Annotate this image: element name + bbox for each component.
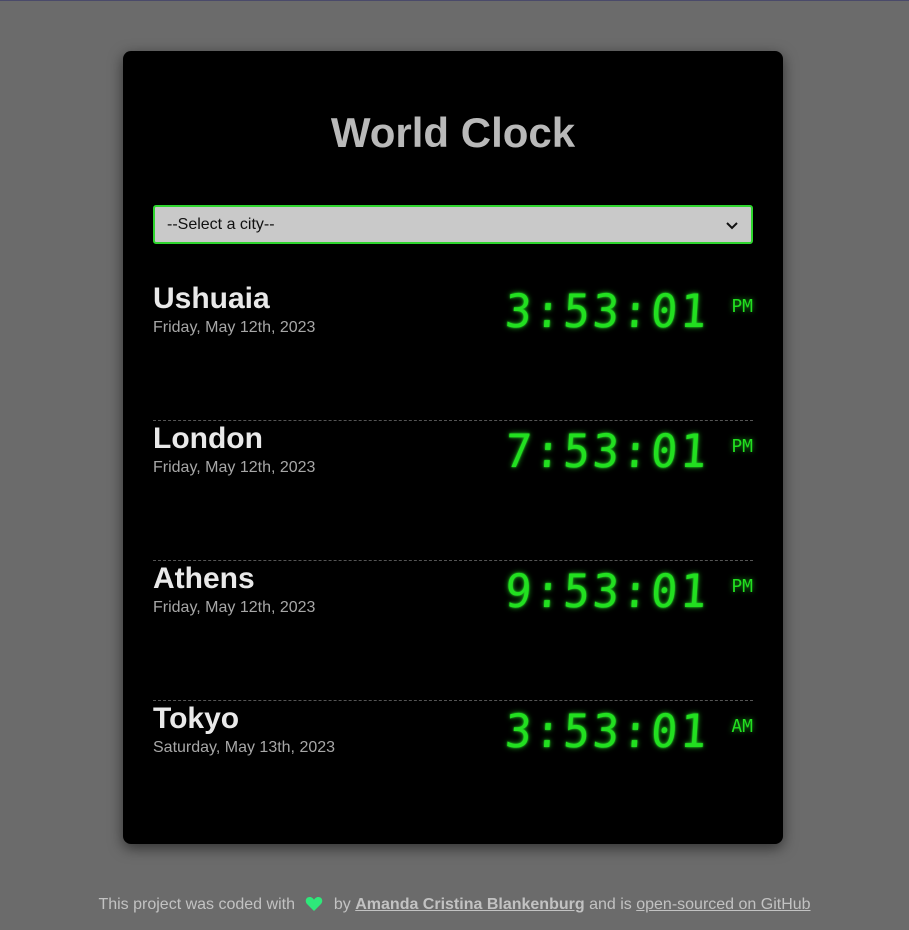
city-row: Ushuaia Friday, May 12th, 2023 3:53:01 P… — [153, 281, 753, 421]
footer-text: This project was coded with — [98, 896, 295, 913]
page-title: World Clock — [330, 109, 576, 156]
city-date: Friday, May 12th, 2023 — [153, 459, 316, 476]
time-ampm: AM — [731, 716, 753, 737]
world-clock-card: World Clock --Select a city-- Ushuaia Fr… — [123, 51, 783, 844]
city-name: Athens — [153, 562, 255, 595]
city-select-value: --Select a city-- — [167, 215, 275, 233]
author-link[interactable]: Amanda Cristina Blankenburg — [355, 896, 584, 913]
footer-by: by — [333, 896, 351, 913]
city-row: London Friday, May 12th, 2023 7:53:01 PM — [153, 421, 753, 561]
footer-middle: and is — [589, 896, 632, 913]
city-name: London — [153, 422, 263, 455]
city-list: Ushuaia Friday, May 12th, 2023 3:53:01 P… — [153, 281, 753, 841]
footer: This project was coded with by Amanda Cr… — [0, 894, 909, 916]
time-ampm: PM — [731, 436, 753, 457]
city-date: Friday, May 12th, 2023 — [153, 319, 316, 336]
city-time: 9:53:01 PM — [500, 564, 753, 618]
city-date: Saturday, May 13th, 2023 — [153, 739, 336, 756]
time-ampm: PM — [731, 576, 753, 597]
city-date: Friday, May 12th, 2023 — [153, 599, 316, 616]
city-time: 3:53:01 AM — [500, 704, 753, 758]
city-time: 7:53:01 PM — [500, 424, 753, 478]
time-digits: 9:53:01 — [504, 564, 712, 618]
city-select[interactable]: --Select a city-- — [153, 205, 753, 244]
city-row: Tokyo Saturday, May 13th, 2023 3:53:01 A… — [153, 701, 753, 841]
city-name: Tokyo — [153, 702, 240, 735]
time-ampm: PM — [731, 296, 753, 317]
github-link[interactable]: open-sourced on GitHub — [636, 896, 810, 913]
time-digits: 3:53:01 — [504, 284, 712, 338]
city-time: 3:53:01 PM — [500, 284, 753, 338]
city-row: Athens Friday, May 12th, 2023 9:53:01 PM — [153, 561, 753, 701]
chevron-down-icon — [725, 218, 739, 232]
city-name: Ushuaia — [153, 282, 270, 315]
time-digits: 7:53:01 — [504, 424, 712, 478]
time-digits: 3:53:01 — [504, 704, 712, 758]
heart-icon — [305, 896, 323, 912]
city-select-wrapper: --Select a city-- — [153, 205, 753, 244]
